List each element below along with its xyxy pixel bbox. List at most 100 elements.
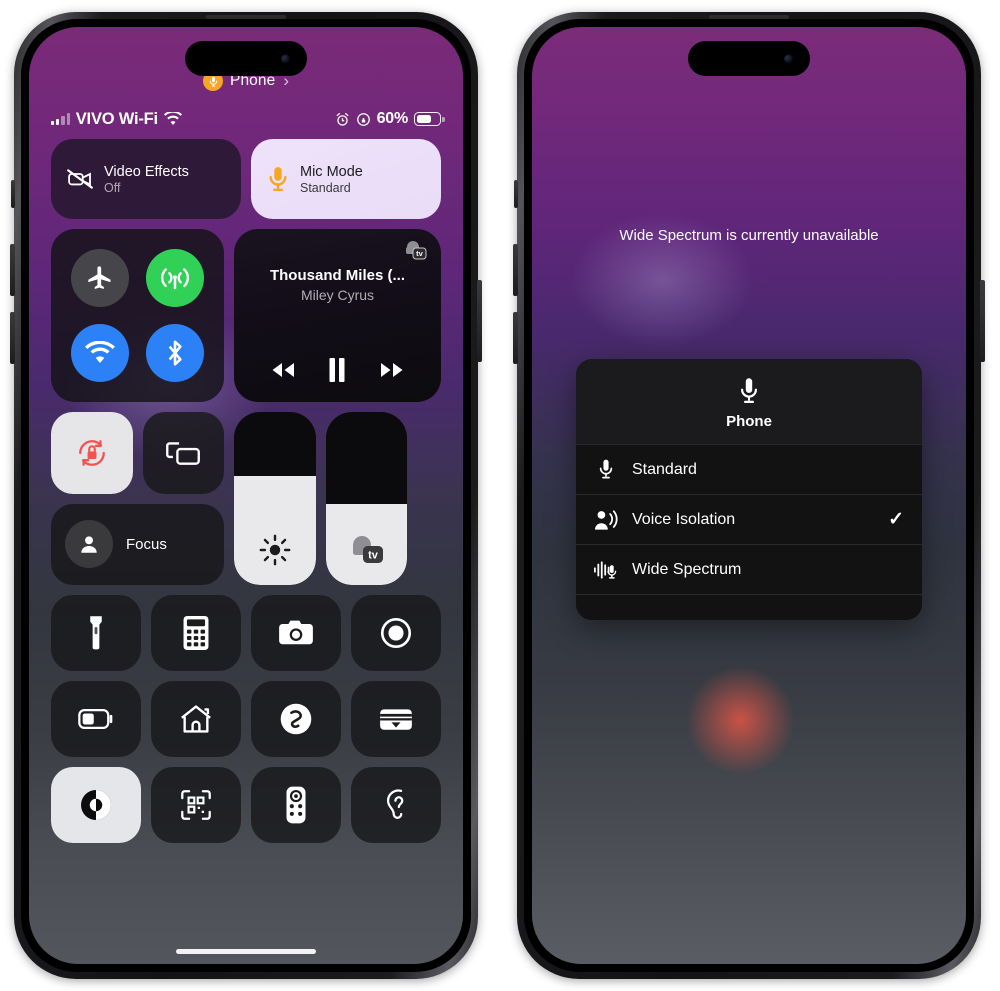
microphone-icon <box>738 377 760 407</box>
screen-record-tile[interactable] <box>351 595 441 671</box>
pause-icon[interactable] <box>328 358 346 382</box>
battery-percent-label: 60% <box>376 110 409 127</box>
connectivity-tile[interactable] <box>51 229 224 402</box>
front-camera-icon <box>281 54 290 63</box>
mic-mode-option-voice-isolation[interactable]: Voice Isolation ✓ <box>576 494 922 544</box>
microphone-icon <box>267 165 289 193</box>
option-label: Standard <box>632 460 697 478</box>
lock-mirror-row <box>51 412 224 494</box>
shazam-tile[interactable] <box>251 681 341 757</box>
wifi-icon <box>85 340 116 363</box>
rotation-lock-icon <box>78 439 105 466</box>
remote-icon <box>286 786 306 824</box>
airplane-mode-toggle[interactable] <box>71 249 130 308</box>
volume-slider[interactable]: tv <box>325 412 407 585</box>
dark-mode-icon <box>81 790 111 820</box>
microphone-icon <box>594 459 618 481</box>
earpiece-speaker <box>206 15 286 19</box>
track-artist: Miley Cyrus <box>300 287 375 303</box>
bluetooth-toggle[interactable] <box>145 323 204 382</box>
dark-mode-tile[interactable] <box>51 767 141 843</box>
wallet-tile[interactable] <box>351 681 441 757</box>
carrier-label: VIVO Wi-Fi <box>75 109 158 128</box>
wallet-icon <box>380 709 412 730</box>
connectivity-media-row: tv Thousand Miles (... Miley Cyrus <box>51 229 441 402</box>
home-tile[interactable] <box>151 681 241 757</box>
hearing-tile[interactable] <box>351 767 441 843</box>
brightness-slider[interactable] <box>234 412 316 585</box>
svg-text:tv: tv <box>416 249 423 258</box>
screen-record-icon <box>380 617 412 649</box>
checkmark-icon: ✓ <box>888 509 904 530</box>
dynamic-island[interactable] <box>688 41 810 76</box>
status-bar: VIVO Wi-Fi 60% <box>51 107 445 131</box>
effects-row: Video Effects Off Mic Mode Standard <box>51 139 441 219</box>
wifi-toggle[interactable] <box>71 323 130 382</box>
screen-mirroring-icon <box>166 442 201 465</box>
airplane-icon <box>88 266 111 290</box>
mic-mode-subtitle: Standard <box>300 180 351 195</box>
cellular-antenna-icon <box>160 268 189 290</box>
left-phone-bezel: Phone › VIVO Wi-Fi 60% Video Effects Off… <box>21 15 471 972</box>
voice-isolation-icon <box>594 509 618 531</box>
camera-tile[interactable] <box>251 595 341 671</box>
screen-mirroring-toggle[interactable] <box>142 412 224 494</box>
home-icon <box>181 705 211 733</box>
shazam-icon <box>280 703 312 735</box>
cellular-data-toggle[interactable] <box>145 249 204 308</box>
fast-forward-icon[interactable] <box>379 361 405 379</box>
option-label: Voice Isolation <box>632 510 736 528</box>
brightness-fill <box>234 476 316 585</box>
svg-text:tv: tv <box>368 550 379 562</box>
mic-mode-option-standard[interactable]: Standard <box>576 444 922 494</box>
flashlight-icon <box>90 616 102 650</box>
right-phone-bezel: Wide Spectrum is currently unavailable P… <box>524 15 974 972</box>
wifi-icon <box>163 112 182 126</box>
rewind-icon[interactable] <box>270 361 296 379</box>
video-effects-tile[interactable]: Video Effects Off <box>51 139 241 219</box>
flashlight-tile[interactable] <box>51 595 141 671</box>
left-phone-power-button[interactable] <box>477 280 482 362</box>
mic-mode-option-wide-spectrum[interactable]: Wide Spectrum <box>576 544 922 594</box>
apple-tv-remote-tile[interactable] <box>251 767 341 843</box>
status-bar-left: VIVO Wi-Fi <box>51 110 182 129</box>
right-phone-device: Wide Spectrum is currently unavailable P… <box>513 12 985 979</box>
right-phone-volume-up[interactable] <box>513 244 518 296</box>
battery-icon <box>414 112 445 126</box>
left-phone-volume-down[interactable] <box>10 312 15 364</box>
right-phone-power-button[interactable] <box>980 280 985 362</box>
calculator-tile[interactable] <box>151 595 241 671</box>
mic-mode-title: Mic Mode <box>300 163 363 180</box>
screenshot-root: Phone › VIVO Wi-Fi 60% Video Effects Off… <box>0 0 1000 991</box>
dynamic-island[interactable] <box>185 41 307 76</box>
mic-mode-tile[interactable]: Mic Mode Standard <box>251 139 441 219</box>
wide-spectrum-icon <box>594 559 618 581</box>
battery-low-icon <box>78 709 113 729</box>
rotation-lock-toggle[interactable] <box>51 412 133 494</box>
airplay-apple-tv-icon: tv <box>345 533 387 567</box>
ear-icon <box>386 789 404 819</box>
now-playing-tile[interactable]: tv Thousand Miles (... Miley Cyrus <box>234 229 441 402</box>
left-phone-mute-switch[interactable] <box>11 180 15 208</box>
mic-mode-menu: Phone Standard Voice Isolation ✓ Wide Sp… <box>576 359 922 620</box>
home-indicator[interactable] <box>176 949 316 954</box>
video-effects-title: Video Effects <box>104 163 189 180</box>
airplay-apple-tv-icon[interactable]: tv <box>402 239 428 261</box>
control-center: Video Effects Off Mic Mode Standard tv T… <box>51 139 441 843</box>
low-power-mode-tile[interactable] <box>51 681 141 757</box>
focus-tile[interactable]: Focus <box>51 503 224 585</box>
left-phone-volume-up[interactable] <box>10 244 15 296</box>
video-slash-icon <box>67 169 93 189</box>
mic-mode-menu-header: Phone <box>576 359 922 444</box>
video-effects-subtitle: Off <box>104 180 121 195</box>
code-scanner-tile[interactable] <box>151 767 241 843</box>
right-phone-mute-switch[interactable] <box>514 180 518 208</box>
option-label: Wide Spectrum <box>632 560 742 578</box>
sun-icon <box>258 533 292 567</box>
focus-label: Focus <box>126 535 167 553</box>
alarm-clock-icon <box>335 112 350 127</box>
shortcut-grid <box>51 595 441 843</box>
cellular-bars-icon <box>51 113 70 125</box>
mid-left-column: Focus <box>51 412 224 585</box>
right-phone-volume-down[interactable] <box>513 312 518 364</box>
